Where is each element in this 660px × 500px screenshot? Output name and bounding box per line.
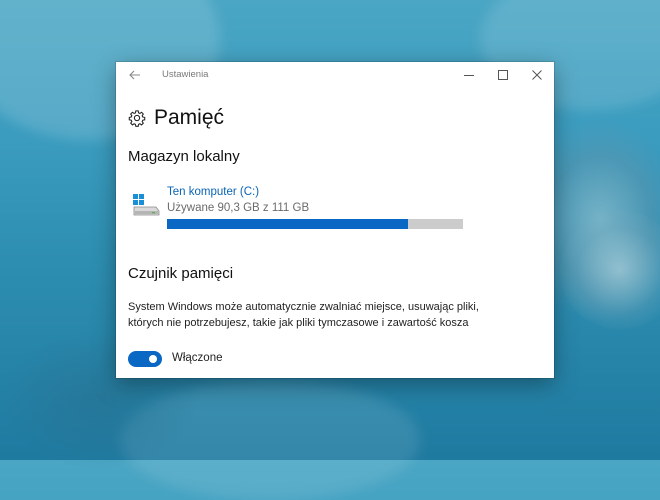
page-title: Pamięć — [154, 106, 225, 129]
app-title: Ustawienia — [162, 69, 209, 80]
drive-usage-bar-fill — [167, 219, 408, 229]
gear-icon — [128, 110, 146, 127]
drive-usage-bar — [167, 219, 463, 229]
maximize-icon — [498, 70, 508, 80]
toggle-state-label: Włączone — [172, 352, 223, 364]
minimize-button[interactable] — [452, 62, 486, 88]
maximize-button[interactable] — [486, 62, 520, 88]
toggle-knob — [149, 355, 157, 363]
title-bar: Ustawienia — [116, 62, 554, 88]
storage-sense-description: System Windows może automatycznie zwalni… — [128, 301, 479, 329]
drive-name-link[interactable]: Ten komputer (C:) — [167, 186, 259, 198]
page-header: Pamięć — [128, 106, 224, 130]
close-icon — [532, 70, 542, 80]
settings-window: Ustawienia Pamięć Magazyn lokalny Ten ko… — [116, 62, 554, 378]
back-arrow-icon — [129, 70, 140, 80]
minimize-icon — [464, 75, 474, 76]
drive-c-item[interactable]: Ten komputer (C:) Używane 90,3 GB z 111 … — [132, 186, 472, 232]
storage-sense-heading: Czujnik pamięci — [128, 265, 234, 282]
back-button[interactable] — [124, 65, 146, 85]
drive-icon — [133, 194, 160, 216]
close-button[interactable] — [520, 62, 554, 88]
local-storage-heading: Magazyn lokalny — [128, 148, 240, 165]
drive-usage-text: Używane 90,3 GB z 111 GB — [167, 202, 310, 214]
storage-sense-toggle[interactable] — [128, 351, 162, 367]
